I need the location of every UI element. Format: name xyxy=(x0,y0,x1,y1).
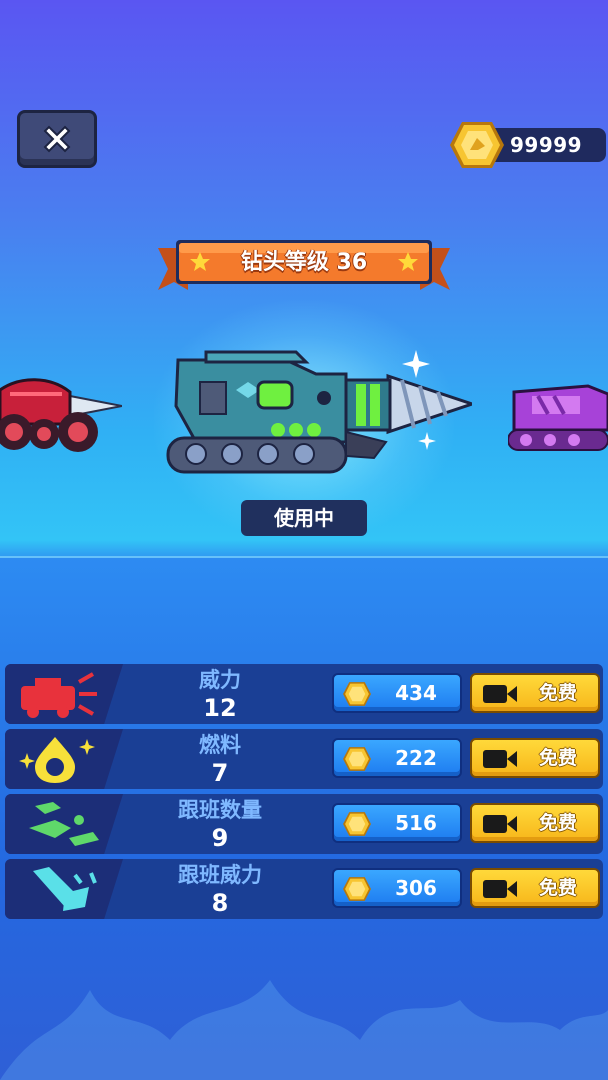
video-camera-icon xyxy=(483,685,517,703)
upgrade-cost: 516 xyxy=(395,811,437,835)
upgrade-name: 跟班数量 xyxy=(178,798,262,822)
upgrade-name: 燃料 xyxy=(199,733,241,757)
video-camera-icon xyxy=(483,880,517,898)
level-banner: 钻头等级 36 xyxy=(158,238,450,298)
close-button[interactable] xyxy=(17,110,97,168)
upgrade-level: 7 xyxy=(211,759,229,787)
video-camera-icon xyxy=(483,750,517,768)
coin-count: 99999 xyxy=(510,133,583,157)
upgrade-level: 9 xyxy=(211,824,229,852)
upgrade-row-power: 威力 12 434 免费 xyxy=(5,664,603,724)
free-upgrade-video-button[interactable]: 免费 xyxy=(470,738,600,778)
purple-tank[interactable] xyxy=(508,378,608,454)
upgrade-screen: 99999 钻头等级 36 使用中 威力 12 434 免费 燃料 7 222 … xyxy=(0,0,608,1080)
fuel-drop-icon xyxy=(19,737,95,783)
free-upgrade-video-button[interactable]: 免费 xyxy=(470,803,600,843)
upgrade-level: 12 xyxy=(203,694,237,722)
power-cannon-icon xyxy=(21,672,97,718)
free-label: 免费 xyxy=(538,747,577,769)
free-label: 免费 xyxy=(538,812,577,834)
upgrade-row-fuel: 燃料 7 222 免费 xyxy=(5,729,603,789)
gold-coin-icon xyxy=(343,747,371,771)
upgrade-name: 威力 xyxy=(199,668,241,692)
free-upgrade-video-button[interactable]: 免费 xyxy=(470,868,600,908)
upgrade-row-follower-power: 跟班威力 8 306 免费 xyxy=(5,859,603,919)
upgrade-cost: 306 xyxy=(395,876,437,900)
video-camera-icon xyxy=(483,815,517,833)
follower-count-icon xyxy=(29,802,99,846)
free-label: 免费 xyxy=(538,682,577,704)
upgrade-with-coins-button[interactable]: 306 xyxy=(332,868,462,908)
red-drill-car[interactable] xyxy=(0,372,122,456)
sparkle-icon xyxy=(402,350,430,378)
seaweed-decoration xyxy=(0,980,608,1080)
banner-title: 钻头等级 36 xyxy=(240,250,368,275)
upgrade-with-coins-button[interactable]: 222 xyxy=(332,738,462,778)
gold-coin-icon xyxy=(450,122,504,168)
free-upgrade-video-button[interactable]: 免费 xyxy=(470,673,600,713)
in-use-badge: 使用中 xyxy=(241,500,367,536)
sparkle-icon xyxy=(418,432,436,450)
upgrade-with-coins-button[interactable]: 516 xyxy=(332,803,462,843)
gold-coin-icon xyxy=(343,812,371,836)
gold-coin-icon xyxy=(343,682,371,706)
upgrade-cost: 222 xyxy=(395,746,437,770)
upgrade-level: 8 xyxy=(211,889,229,917)
upgrade-cost: 434 xyxy=(395,681,437,705)
follower-power-icon xyxy=(33,867,97,911)
free-label: 免费 xyxy=(538,877,577,899)
upgrade-row-follower-count: 跟班数量 9 516 免费 xyxy=(5,794,603,854)
upgrade-name: 跟班威力 xyxy=(178,863,262,887)
upgrade-with-coins-button[interactable]: 434 xyxy=(332,673,462,713)
close-icon xyxy=(43,125,71,153)
gold-coin-icon xyxy=(343,877,371,901)
